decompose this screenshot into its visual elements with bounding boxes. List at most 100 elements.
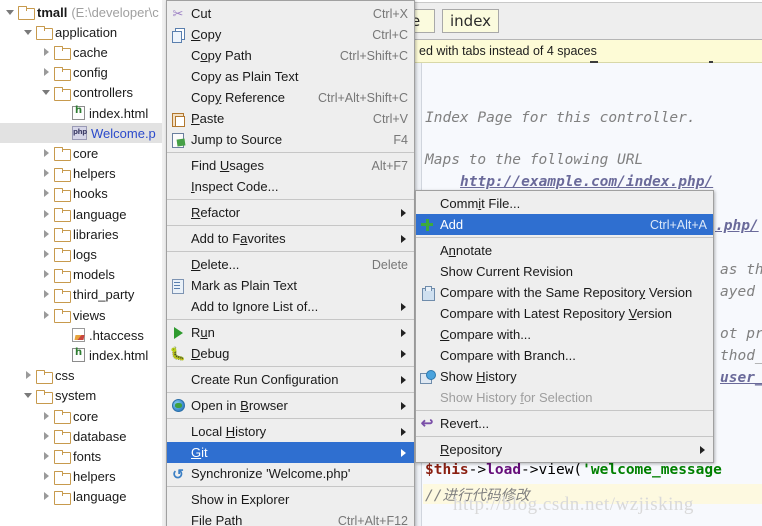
tree-item--htaccess[interactable]: .htaccess — [0, 325, 170, 345]
tree-item-helpers[interactable]: helpers — [0, 467, 170, 487]
menu-item-run[interactable]: Run — [167, 322, 414, 343]
chevron-down-icon[interactable] — [5, 7, 16, 18]
chevron-down-icon[interactable] — [23, 390, 34, 401]
file-context-menu[interactable]: ✂ Cut Ctrl+X Copy Ctrl+C Copy Path Ctrl+Shift+… — [166, 0, 415, 526]
menu-item-annotate[interactable]: Annotate — [416, 240, 713, 261]
chevron-right-icon[interactable] — [41, 310, 52, 321]
chevron-right-icon[interactable] — [41, 148, 52, 159]
tree-item-core[interactable]: core — [0, 406, 170, 426]
tree-item-label: views — [73, 307, 106, 323]
menu-item-compare-with[interactable]: Compare with... — [416, 324, 713, 345]
menu-item-paste[interactable]: Paste Ctrl+V — [167, 108, 414, 129]
menu-item-add-to-ignore-list-of[interactable]: Add to Ignore List of... — [167, 296, 414, 317]
chevron-right-icon[interactable] — [41, 411, 52, 422]
git-submenu[interactable]: Commit File... Add Ctrl+Alt+A Annotate Show … — [415, 190, 714, 463]
menu-item-local-history[interactable]: Local History — [167, 421, 414, 442]
menu-item-compare-with-latest-repository-version[interactable]: Compare with Latest Repository Version — [416, 303, 713, 324]
tree-item-css[interactable]: css — [0, 366, 170, 386]
chevron-right-icon[interactable] — [41, 209, 52, 220]
tree-item-controllers[interactable]: controllers — [0, 83, 170, 103]
chevron-right-icon[interactable] — [41, 471, 52, 482]
project-tree-panel[interactable]: tmall (E:\developer\c application cache conf… — [0, 0, 170, 526]
menu-item-add-to-favorites[interactable]: Add to Favorites — [167, 228, 414, 249]
tree-item-libraries[interactable]: libraries — [0, 224, 170, 244]
tree-item-cache[interactable]: cache — [0, 42, 170, 62]
menu-item-copy-path[interactable]: Copy Path Ctrl+Shift+C — [167, 45, 414, 66]
menu-item-cut[interactable]: ✂ Cut Ctrl+X — [167, 3, 414, 24]
menu-item-compare-with-branch[interactable]: Compare with Branch... — [416, 345, 713, 366]
menu-item-icon-slot — [416, 306, 438, 322]
menu-item-show-history[interactable]: Show History — [416, 366, 713, 387]
code-line-doc-7[interactable]: user_ — [720, 370, 762, 386]
chevron-right-icon[interactable] — [41, 188, 52, 199]
tree-item-welcome-p[interactable]: Welcome.p — [0, 123, 170, 144]
tree-item-label: third_party — [73, 287, 135, 303]
menu-item-file-path[interactable]: File Path Ctrl+Alt+F12 — [167, 510, 414, 526]
menu-item-add[interactable]: Add Ctrl+Alt+A — [416, 214, 713, 235]
menu-item-compare-with-the-same-repository-version[interactable]: Compare with the Same Repository Version — [416, 282, 713, 303]
chevron-right-icon[interactable] — [41, 249, 52, 260]
menu-item-debug[interactable]: 🐛 Debug — [167, 343, 414, 364]
menu-separator — [167, 225, 414, 226]
chevron-down-icon[interactable] — [23, 27, 34, 38]
menu-item-copy-as-plain-text[interactable]: Copy as Plain Text — [167, 66, 414, 87]
chevron-right-icon[interactable] — [41, 229, 52, 240]
menu-item-commit-file[interactable]: Commit File... — [416, 193, 713, 214]
tree-item-language[interactable]: language — [0, 204, 170, 224]
menu-item-show-in-explorer[interactable]: Show in Explorer — [167, 489, 414, 510]
menu-item-open-in-browser[interactable]: Open in Browser — [167, 395, 414, 416]
chevron-right-icon[interactable] — [23, 370, 34, 381]
menu-item-inspect-code[interactable]: Inspect Code... — [167, 176, 414, 197]
tree-item-hooks[interactable]: hooks — [0, 184, 170, 204]
chevron-right-icon[interactable] — [41, 491, 52, 502]
code-line-url-2[interactable]: .php/ — [715, 218, 759, 234]
menu-item-delete[interactable]: Delete... Delete — [167, 254, 414, 275]
tree-item-database[interactable]: database — [0, 426, 170, 446]
menu-item-icon-slot — [167, 299, 189, 315]
chevron-right-icon[interactable] — [41, 269, 52, 280]
tree-item-application[interactable]: application — [0, 22, 170, 42]
tree-item-label: index.html — [89, 105, 149, 121]
tree-item-language[interactable]: language — [0, 487, 170, 507]
menu-item-find-usages[interactable]: Find Usages Alt+F7 — [167, 155, 414, 176]
menu-item-synchronize-welcome-php[interactable]: ↺ Synchronize 'Welcome.php' — [167, 463, 414, 484]
chevron-right-icon[interactable] — [41, 47, 52, 58]
menu-item-git[interactable]: Git — [167, 442, 414, 463]
menu-item-refactor[interactable]: Refactor — [167, 202, 414, 223]
menu-item-icon-slot — [167, 48, 189, 64]
tab-welcome-partial[interactable]: e — [415, 9, 435, 33]
tree-item-models[interactable]: models — [0, 265, 170, 285]
menu-separator — [416, 237, 713, 238]
chevron-right-icon[interactable] — [41, 168, 52, 179]
chevron-right-icon[interactable] — [41, 431, 52, 442]
menu-item-show-current-revision[interactable]: Show Current Revision — [416, 261, 713, 282]
tree-item-views[interactable]: views — [0, 305, 170, 325]
menu-item-revert[interactable]: ↩ Revert... — [416, 413, 713, 434]
tree-item-index-html[interactable]: index.html — [0, 345, 170, 365]
menu-item-label: Show History for Selection — [440, 390, 593, 405]
folder-icon — [54, 86, 71, 101]
tree-item-logs[interactable]: logs — [0, 244, 170, 264]
menu-item-jump-to-source[interactable]: Jump to Source F4 — [167, 129, 414, 150]
tree-item-third-party[interactable]: third_party — [0, 285, 170, 305]
tab-index[interactable]: index — [442, 9, 500, 33]
tree-item-core[interactable]: core — [0, 143, 170, 163]
menu-item-mark-as-plain-text[interactable]: Mark as Plain Text — [167, 275, 414, 296]
tree-item-config[interactable]: config — [0, 63, 170, 83]
menu-item-copy-reference[interactable]: Copy Reference Ctrl+Alt+Shift+C — [167, 87, 414, 108]
tree-item-helpers[interactable]: helpers — [0, 164, 170, 184]
menu-item-copy[interactable]: Copy Ctrl+C — [167, 24, 414, 45]
folder-icon — [54, 66, 71, 81]
menu-item-repository[interactable]: Repository — [416, 439, 713, 460]
tree-item-tmall[interactable]: tmall (E:\developer\c — [0, 2, 170, 22]
tree-item-system[interactable]: system — [0, 386, 170, 406]
tree-item-index-html[interactable]: index.html — [0, 103, 170, 123]
chevron-right-icon[interactable] — [41, 451, 52, 462]
chevron-right-icon[interactable] — [41, 67, 52, 78]
tree-item-fonts[interactable]: fonts — [0, 446, 170, 466]
code-line-doc-3: as the — [720, 262, 762, 278]
code-line-url-1[interactable]: http://example.com/index.php/ — [460, 174, 713, 190]
chevron-right-icon[interactable] — [41, 289, 52, 300]
menu-item-create-run-configuration[interactable]: Create Run Configuration — [167, 369, 414, 390]
chevron-down-icon[interactable] — [41, 87, 52, 98]
